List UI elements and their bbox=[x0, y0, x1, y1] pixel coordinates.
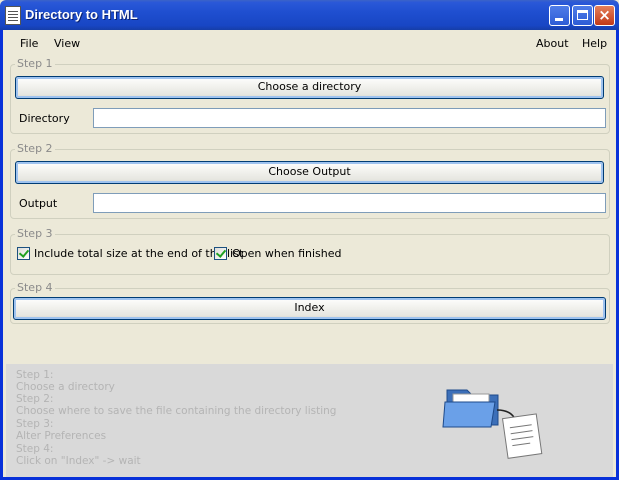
menu-help[interactable]: Help bbox=[582, 37, 607, 50]
choose-directory-button[interactable]: Choose a directory bbox=[15, 76, 604, 99]
maximize-icon bbox=[577, 10, 588, 20]
window-title: Directory to HTML bbox=[25, 7, 138, 22]
instruction-line: Choose a directory bbox=[16, 381, 115, 393]
instructions-panel: Step 1: Choose a directory Step 2: Choos… bbox=[6, 364, 613, 477]
minimize-button[interactable] bbox=[549, 5, 570, 26]
output-field[interactable] bbox=[93, 193, 606, 213]
instruction-line: Alter Preferences bbox=[16, 430, 107, 442]
maximize-button[interactable] bbox=[572, 5, 593, 26]
step1-group: Step 1 Choose a directory Directory bbox=[10, 57, 610, 134]
step2-label: Step 2 bbox=[15, 142, 55, 155]
menu-bar: File View About Help bbox=[3, 30, 616, 56]
open-when-finished-checkbox[interactable] bbox=[214, 247, 227, 260]
step1-label: Step 1 bbox=[15, 57, 55, 70]
folder-to-document-icon bbox=[442, 389, 543, 459]
close-button[interactable]: × bbox=[594, 5, 615, 26]
directory-label: Directory bbox=[19, 112, 70, 125]
instruction-line: Choose where to save the file containing… bbox=[16, 405, 337, 417]
output-label: Output bbox=[19, 197, 58, 210]
instruction-line: Step 3: bbox=[16, 418, 54, 430]
open-when-finished-label: Open when finished bbox=[232, 247, 342, 260]
instruction-line: Step 2: bbox=[16, 393, 54, 405]
document-icon[interactable] bbox=[5, 6, 21, 25]
instruction-line: Step 1: bbox=[16, 369, 54, 381]
close-icon: × bbox=[598, 6, 611, 24]
instruction-line: Step 4: bbox=[16, 443, 54, 455]
include-size-label: Include total size at the end of the lis… bbox=[34, 247, 244, 260]
menu-file[interactable]: File bbox=[20, 37, 38, 50]
title-bar: Directory to HTML × bbox=[0, 0, 619, 30]
choose-output-button[interactable]: Choose Output bbox=[15, 161, 604, 184]
minimize-icon bbox=[555, 18, 563, 21]
step3-label: Step 3 bbox=[15, 227, 55, 240]
step3-group: Step 3 Include total size at the end of … bbox=[10, 227, 610, 275]
main-window: File View About Help Step 1 Choose a dir… bbox=[0, 30, 619, 480]
menu-view[interactable]: View bbox=[54, 37, 80, 50]
menu-about[interactable]: About bbox=[536, 37, 569, 50]
step4-label: Step 4 bbox=[15, 281, 55, 294]
include-size-checkbox[interactable] bbox=[17, 247, 30, 260]
directory-field[interactable] bbox=[93, 108, 606, 128]
step4-group: Step 4 Index bbox=[10, 281, 610, 324]
step2-group: Step 2 Choose Output Output bbox=[10, 142, 610, 219]
instruction-line: Click on "Index" -> wait bbox=[16, 455, 141, 467]
index-button[interactable]: Index bbox=[13, 297, 606, 320]
